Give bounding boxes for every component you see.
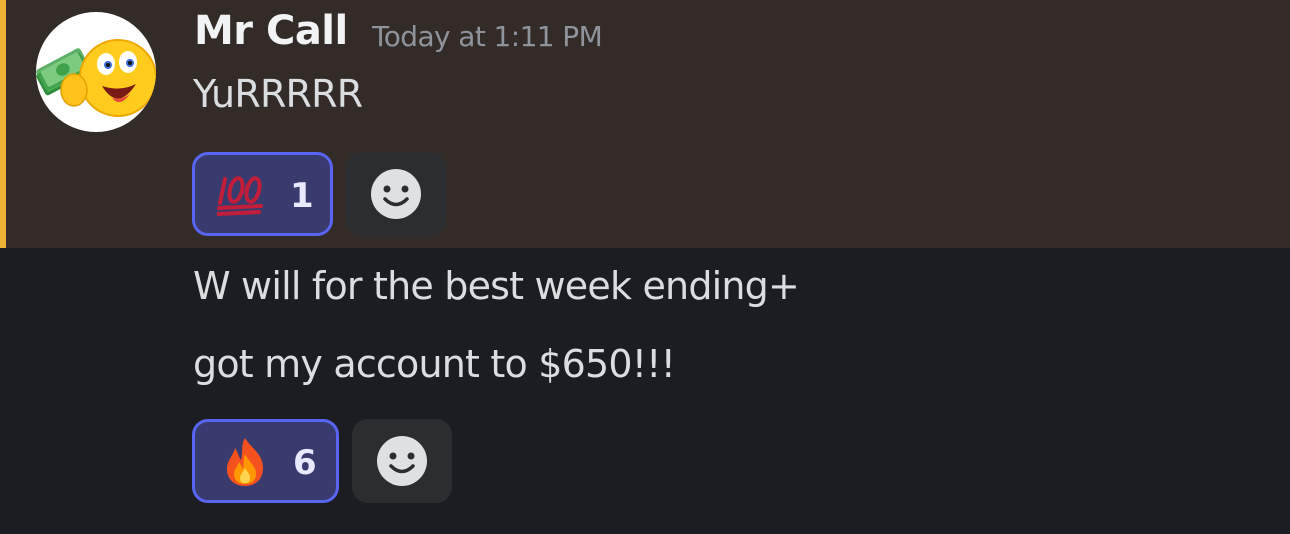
avatar[interactable] [36, 12, 156, 132]
reaction-hundred[interactable]: 1 [192, 152, 333, 236]
username[interactable]: Mr Call [194, 8, 348, 54]
timestamp: Today at 1:11 PM [372, 20, 603, 53]
fire-icon [227, 438, 263, 486]
money-emoji-avatar-icon [36, 39, 156, 117]
message-text-line-1: W will for the best week ending+ [193, 264, 800, 308]
reaction-count: 6 [293, 443, 317, 483]
add-reaction-button[interactable] [346, 152, 446, 236]
smiley-add-icon [371, 169, 421, 219]
reaction-fire[interactable]: 6 [192, 419, 339, 503]
add-reaction-button-2[interactable] [352, 419, 452, 503]
message-text: YuRRRRR [193, 72, 363, 116]
reaction-count: 1 [290, 176, 314, 216]
smiley-add-icon [377, 436, 427, 486]
hundred-points-icon [217, 176, 263, 216]
message-text-line-2: got my account to $650!!! [193, 342, 676, 386]
chat-area: Mr Call Today at 1:11 PM YuRRRRR 1 W wil… [0, 0, 1290, 534]
